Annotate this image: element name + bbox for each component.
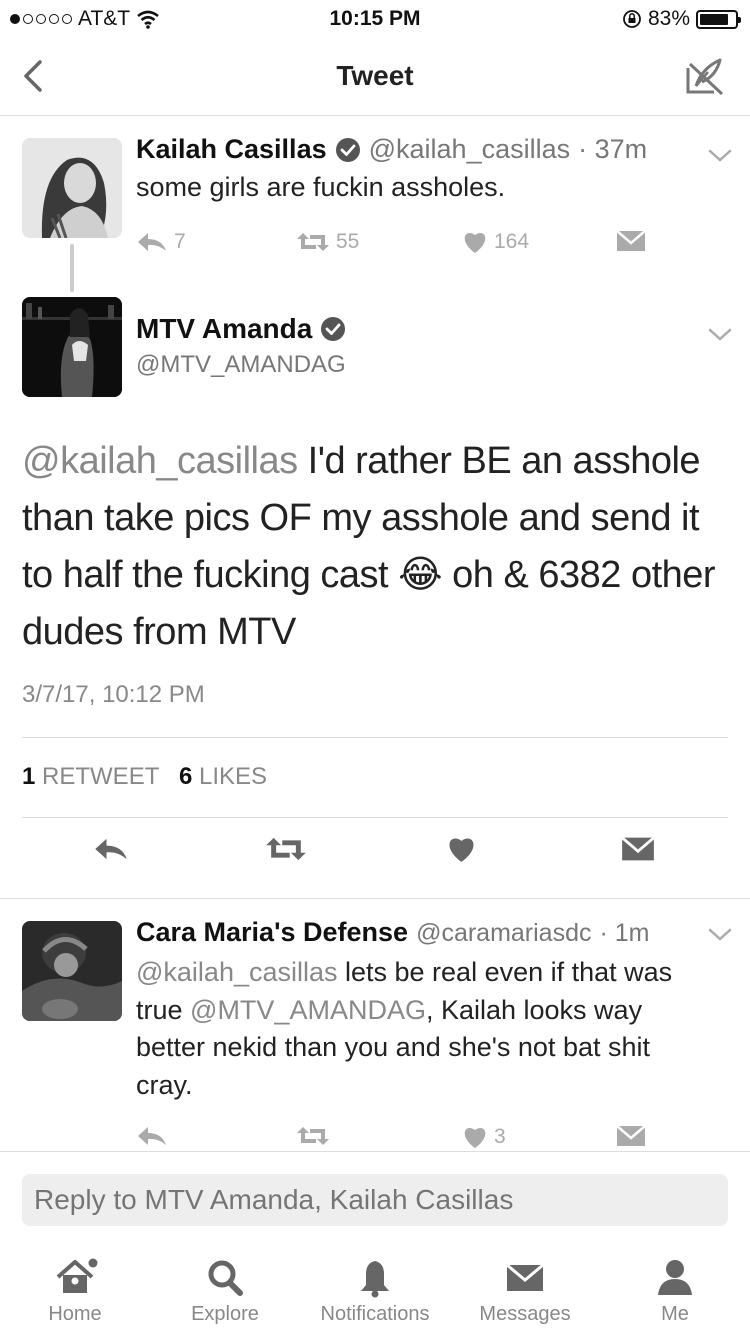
reply-composer	[0, 1151, 750, 1241]
tab-bar: Home Explore Notifications Messages Me	[0, 1241, 750, 1333]
orientation-lock-icon	[623, 10, 641, 28]
reply-count: 7	[174, 230, 186, 253]
tweet-text: @kailah_casillas I'd rather BE an asshol…	[22, 433, 732, 661]
page-title: Tweet	[336, 60, 414, 91]
tweet-timestamp: 3/7/17, 10:12 PM	[22, 681, 205, 708]
avatar[interactable]	[22, 921, 122, 1021]
tweet-time: · 37m	[578, 134, 648, 164]
status-bar: AT&T 10:15 PM 83%	[0, 0, 750, 40]
heart-icon	[464, 1128, 486, 1148]
tab-label: Messages	[479, 1303, 571, 1325]
chevron-down-icon[interactable]	[707, 927, 733, 943]
envelope-icon[interactable]	[616, 230, 646, 252]
tab-explore[interactable]: Explore	[150, 1241, 300, 1333]
engagement-stats: 1 RETWEET 6 LIKES	[22, 763, 267, 791]
tweet-text: @kailah_casillas lets be real even if th…	[136, 954, 706, 1104]
mention-link[interactable]: @MTV_AMANDAG	[190, 995, 426, 1025]
author-name[interactable]: Kailah Casillas	[136, 134, 327, 165]
home-icon	[56, 1258, 98, 1293]
author-name[interactable]: MTV Amanda	[136, 313, 312, 345]
author-name[interactable]: Cara Maria's Defense	[136, 917, 408, 948]
tab-label: Notifications	[320, 1303, 430, 1325]
envelope-icon	[506, 1263, 544, 1291]
divider	[22, 737, 728, 738]
bell-icon	[361, 1261, 389, 1298]
tweet-time: · 1m	[599, 919, 650, 947]
divider	[22, 817, 728, 818]
reply-button[interactable]: 7	[136, 230, 186, 254]
retweet-icon	[297, 233, 329, 251]
heart-icon	[464, 233, 486, 253]
retweet-icon[interactable]	[296, 1125, 330, 1147]
likes-stat[interactable]: 6 LIKES	[179, 763, 267, 790]
envelope-icon[interactable]	[616, 1125, 646, 1147]
tweet-text: some girls are fuckin assholes.	[136, 172, 506, 202]
tab-me[interactable]: Me	[600, 1241, 750, 1333]
verified-badge-icon	[335, 137, 360, 162]
tab-home[interactable]: Home	[0, 1241, 150, 1333]
retweet-total: 1	[22, 763, 36, 790]
nav-bar: Tweet	[0, 40, 750, 116]
author-handle[interactable]: @caramariasdc	[416, 919, 591, 948]
retweet-label: RETWEET	[42, 763, 159, 790]
retweet-icon[interactable]	[265, 835, 307, 863]
mention-link[interactable]: @kailah_casillas	[22, 440, 298, 482]
like-button[interactable]: 164	[462, 230, 529, 254]
tab-label: Home	[48, 1303, 102, 1325]
reply-icon[interactable]	[136, 1125, 168, 1147]
heart-icon[interactable]	[446, 835, 477, 863]
person-icon	[658, 1260, 692, 1295]
like-button[interactable]: 3	[462, 1125, 506, 1149]
tab-notifications[interactable]: Notifications	[300, 1241, 450, 1333]
retweet-button[interactable]: 55	[296, 230, 359, 254]
retweet-count: 55	[336, 230, 360, 253]
avatar[interactable]	[22, 297, 122, 397]
reply-input[interactable]	[22, 1174, 728, 1226]
retweet-stat[interactable]: 1 RETWEET	[22, 763, 159, 790]
likes-label: LIKES	[198, 763, 268, 790]
reply-tweet[interactable]: Cara Maria's Defense @caramariasdc · 1m …	[0, 898, 750, 1150]
compose-tweet-icon[interactable]	[682, 54, 728, 100]
likes-total: 6	[178, 763, 193, 790]
tab-label: Me	[661, 1303, 689, 1325]
reply-icon	[138, 233, 166, 251]
tab-messages[interactable]: Messages	[450, 1241, 600, 1333]
chevron-down-icon[interactable]	[707, 148, 733, 164]
parent-tweet[interactable]: Kailah Casillas @kailah_casillas · 37m s…	[0, 116, 750, 291]
tab-label: Explore	[191, 1303, 259, 1325]
like-count: 164	[494, 230, 530, 253]
verified-badge-icon	[321, 317, 346, 341]
battery-percent: 83%	[647, 7, 690, 30]
mention-link[interactable]: @kailah_casillas	[136, 957, 338, 987]
avatar[interactable]	[22, 138, 122, 238]
envelope-icon[interactable]	[621, 835, 655, 863]
battery-icon	[696, 9, 741, 29]
search-icon	[208, 1260, 243, 1296]
author-handle[interactable]: @kailah_casillas	[369, 134, 571, 165]
reply-icon[interactable]	[93, 835, 129, 863]
author-handle[interactable]: @MTV_AMANDAG	[136, 351, 346, 379]
chevron-down-icon[interactable]	[707, 327, 733, 343]
thread-connector	[70, 244, 74, 292]
like-count: 3	[494, 1125, 506, 1148]
